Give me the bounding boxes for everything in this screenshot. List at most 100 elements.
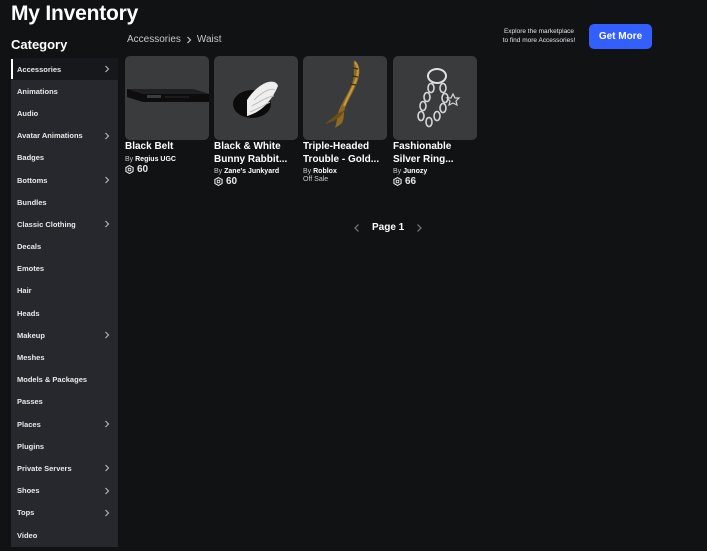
sidebar-item-label: Plugins [17,441,45,451]
sidebar-item-tops[interactable]: Tops [11,502,118,524]
creator-prefix: By [214,168,223,175]
sidebar-item-label: Makeup [17,330,45,340]
sidebar-item-label: Decals [17,242,42,252]
breadcrumb-accessories-link[interactable]: Accessories [127,34,181,45]
item-price: 66 [393,176,477,187]
chevron-right-icon [105,331,110,339]
sidebar-item-label: Video [17,530,38,540]
creator-prefix: By [303,168,312,175]
breadcrumb-current: Waist [196,34,222,45]
item-thumbnail[interactable] [393,56,477,140]
sidebar-item-label: Badges [17,153,45,163]
chevron-right-icon [105,420,110,428]
promo-text-line-1: Explore the marketplace [503,28,575,35]
item-price: 60 [214,176,298,187]
sidebar-item-label: Private Servers [17,463,72,473]
sidebar-item-decals[interactable]: Decals [11,236,118,258]
item-name[interactable]: Triple-Headed Trouble - Gold... [303,141,387,166]
chevron-right-icon [186,36,192,43]
creator-link[interactable]: Junozy [403,168,427,175]
bunny-tail-icon [233,81,278,118]
item-creator: By Junozy [393,168,477,175]
sidebar-item-private-servers[interactable]: Private Servers [11,457,118,479]
item-name[interactable]: Fashionable Silver Ring... [393,141,477,166]
black-belt-icon [127,89,209,102]
robux-icon [125,164,134,174]
silver-ring-chain-icon [417,68,461,128]
item-card-bunny-tail[interactable]: Black & White Bunny Rabbit... By Zane's … [214,56,298,187]
sidebar-item-label: Meshes [17,353,45,363]
sidebar-item-animations[interactable]: Animations [11,80,118,102]
get-more-button[interactable]: Get More [589,24,652,49]
sidebar-item-makeup[interactable]: Makeup [11,324,118,346]
sidebar-item-label: Bottoms [17,175,48,185]
gold-horn-icon [325,60,360,128]
item-creator: By Regius UGC [125,156,209,163]
price-value: 60 [226,176,238,187]
item-thumbnail[interactable] [214,56,298,140]
sidebar-item-label: Places [17,419,41,429]
sidebar-item-bottoms[interactable]: Bottoms [11,169,118,191]
chevron-right-icon[interactable] [414,223,424,233]
sidebar-item-label: Animations [17,86,58,96]
sidebar-item-label: Bundles [17,197,47,207]
sidebar-item-classic-clothing[interactable]: Classic Clothing [11,213,118,235]
chevron-right-icon [105,221,110,228]
sidebar-item-label: Models & Packages [17,375,88,385]
sidebar-item-video[interactable]: Video [11,524,118,546]
sidebar-item-meshes[interactable]: Meshes [11,346,118,368]
sidebar-item-badges[interactable]: Badges [11,147,118,169]
sidebar-item-models-packages[interactable]: Models & Packages [11,369,118,391]
item-card-silver-ring[interactable]: Fashionable Silver Ring... By Junozy 66 [393,56,477,187]
sidebar-item-label: Emotes [17,264,45,274]
creator-prefix: By [125,155,134,163]
sidebar-item-heads[interactable]: Heads [11,302,118,324]
sidebar-item-label: Heads [17,308,40,318]
sidebar-item-audio[interactable]: Audio [11,102,118,124]
price-value: 60 [137,163,149,175]
robux-icon [393,177,402,186]
sidebar-item-places[interactable]: Places [11,413,118,435]
pagination: Page 1 [352,222,424,233]
sidebar-item-bundles[interactable]: Bundles [11,191,118,213]
item-thumbnail[interactable] [303,56,387,140]
sidebar-item-label: Accessories [17,64,62,74]
item-name[interactable]: Black & White Bunny Rabbit... [214,141,298,166]
item-status: Off Sale [303,176,329,183]
sidebar-item-label: Avatar Animations [17,131,83,141]
chevron-right-icon [105,465,110,472]
sidebar-item-label: Classic Clothing [17,219,76,229]
item-card-black-belt[interactable]: Black Belt By Regius UGC 60 [125,56,209,175]
sidebar-item-passes[interactable]: Passes [11,391,118,413]
creator-prefix: By [393,168,402,175]
sidebar-item-label: Tops [17,508,35,518]
chevron-left-icon[interactable] [352,223,362,233]
breadcrumb: Accessories Waist [127,34,222,45]
promo-text: Explore the marketplace to find more Acc… [484,27,594,45]
sidebar-item-label: Audio [17,108,39,118]
price-value: 66 [405,176,417,187]
item-price: 60 [125,164,209,175]
sidebar-item-shoes[interactable]: Shoes [11,480,118,502]
page-label: Page 1 [372,222,405,233]
creator-link[interactable]: Roblox [313,168,337,175]
creator-link[interactable]: Zane's Junkyard [224,168,279,175]
creator-link[interactable]: Regius UGC [135,156,176,163]
promo-text-line-2: to find more Accessories! [502,37,576,44]
sidebar-item-emotes[interactable]: Emotes [11,258,118,280]
sidebar-item-accessories[interactable]: Accessories [11,58,118,81]
item-name[interactable]: Black Belt [125,141,209,154]
chevron-right-icon [105,132,110,140]
item-card-gold-horn[interactable]: Triple-Headed Trouble - Gold... By Roblo… [303,56,387,183]
category-heading: Category [11,37,68,52]
item-creator: By Roblox [303,168,387,175]
chevron-right-icon [105,65,110,73]
category-sidebar: Accessories Animations Audio Avatar Animati… [11,58,118,547]
chevron-right-icon [105,487,110,495]
sidebar-item-avatar-animations[interactable]: Avatar Animations [11,125,118,147]
chevron-right-icon [105,176,110,184]
sidebar-item-plugins[interactable]: Plugins [11,435,118,457]
sidebar-item-hair[interactable]: Hair [11,280,118,302]
item-thumbnail[interactable] [125,56,209,140]
sidebar-item-label: Shoes [17,486,40,496]
